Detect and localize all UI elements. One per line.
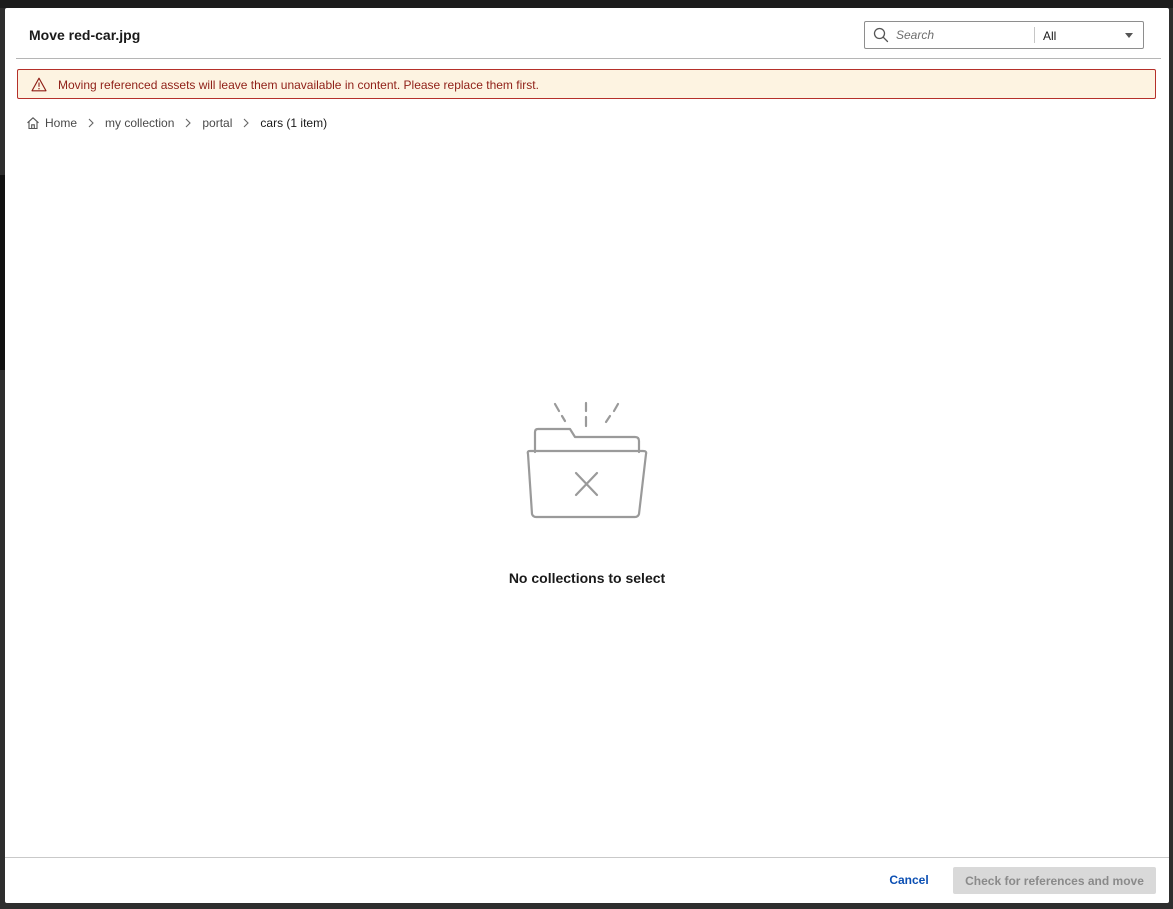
warning-triangle-icon (31, 77, 47, 92)
header-divider (16, 58, 1161, 59)
warning-alert-message: Moving referenced assets will leave them… (58, 78, 539, 92)
cancel-button[interactable]: Cancel (881, 869, 937, 891)
breadcrumb-current: cars (1 item) (260, 116, 328, 130)
chevron-right-icon (185, 118, 192, 128)
empty-state-message: No collections to select (508, 570, 666, 586)
move-dialog: Move red-car.jpg All Moving referenced a… (5, 8, 1169, 903)
chevron-down-icon (1125, 33, 1133, 38)
breadcrumb-portal[interactable]: portal (202, 116, 232, 130)
check-references-and-move-button[interactable]: Check for references and move (953, 867, 1156, 894)
breadcrumb-home[interactable]: Home (26, 116, 77, 130)
filter-selected-value: All (1043, 29, 1057, 43)
search-icon (873, 27, 889, 43)
dialog-title: Move red-car.jpg (29, 27, 141, 43)
footer-divider (5, 857, 1169, 858)
chevron-right-icon (244, 118, 250, 128)
search-box: All (864, 21, 1144, 49)
search-input[interactable] (896, 26, 1030, 44)
background-app-strip (0, 0, 1173, 8)
breadcrumb: Home my collection portal cars (1 item) (26, 114, 327, 132)
empty-state: No collections to select (5, 396, 1169, 586)
empty-folder-icon (526, 401, 648, 519)
breadcrumb-my-collection[interactable]: my collection (105, 116, 174, 130)
breadcrumb-home-label: Home (45, 116, 78, 130)
search-filter-select[interactable]: All (1035, 22, 1143, 48)
dialog-header: Move red-car.jpg All (5, 8, 1169, 59)
home-icon (27, 117, 39, 130)
chevron-right-icon (88, 118, 94, 128)
warning-alert: Moving referenced assets will leave them… (17, 69, 1156, 99)
